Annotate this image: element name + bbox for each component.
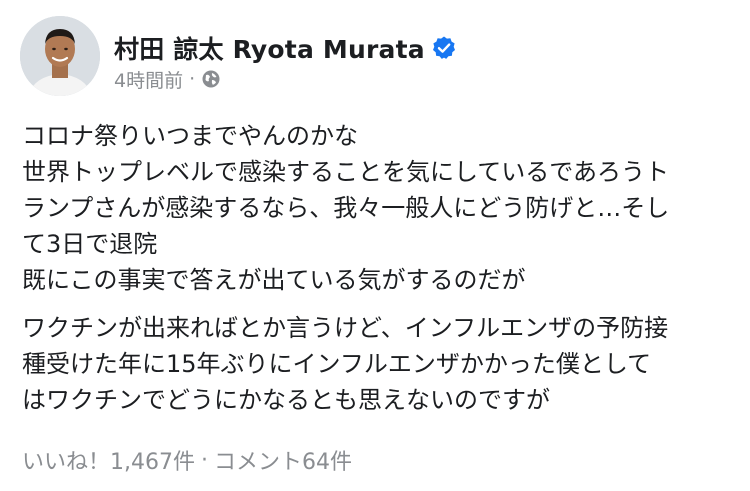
post-line: コロナ祭りいつまでやんのかな xyxy=(22,122,358,150)
separator-dot: · xyxy=(200,447,208,473)
name-row: 村田 諒太 Ryota Murata xyxy=(114,32,457,64)
post-stats: いいね！1,467件 · コメント64件 xyxy=(22,444,352,476)
post-meta: 村田 諒太 Ryota Murata 4時間前 · xyxy=(114,16,457,92)
post-paragraph-2: ワクチンが出来ればとか言うけど、インフルエンザの予防接 種受けた年に15年ぶりに… xyxy=(22,310,734,418)
post-line: はワクチンでどうにかなるとも思えないのですが xyxy=(22,386,550,414)
globe-icon[interactable] xyxy=(201,69,221,89)
post-line: 種受けた年に15年ぶりにインフルエンザかかった僕として xyxy=(22,350,652,378)
facebook-post: 村田 諒太 Ryota Murata 4時間前 · コロナ祭りいつまでやんのかな… xyxy=(0,0,750,491)
avatar-photo xyxy=(20,16,100,96)
post-line: ランプさんが感染するなら、我々一般人にどう防げと…そし xyxy=(22,194,670,222)
likes-count[interactable]: いいね！1,467件 xyxy=(22,444,195,476)
post-text: コロナ祭りいつまでやんのかな 世界トップレベルで感染することを気にしているであろ… xyxy=(22,118,734,418)
post-timestamp[interactable]: 4時間前 xyxy=(114,66,183,93)
post-header: 村田 諒太 Ryota Murata 4時間前 · xyxy=(20,16,457,100)
post-line: て3日で退院 xyxy=(22,230,158,258)
separator-dot: · xyxy=(189,68,196,90)
comments-count[interactable]: コメント64件 xyxy=(214,444,352,476)
post-line: 既にこの事実で答えが出ている気がするのだが xyxy=(22,266,526,294)
post-subline: 4時間前 · xyxy=(114,66,457,92)
post-paragraph-1: コロナ祭りいつまでやんのかな 世界トップレベルで感染することを気にしているであろ… xyxy=(22,118,734,298)
post-line: 世界トップレベルで感染することを気にしているであろうト xyxy=(22,158,670,186)
avatar[interactable] xyxy=(20,16,100,96)
verified-badge-icon xyxy=(431,35,457,61)
author-name[interactable]: 村田 諒太 Ryota Murata xyxy=(114,30,425,66)
post-line: ワクチンが出来ればとか言うけど、インフルエンザの予防接 xyxy=(22,314,669,342)
